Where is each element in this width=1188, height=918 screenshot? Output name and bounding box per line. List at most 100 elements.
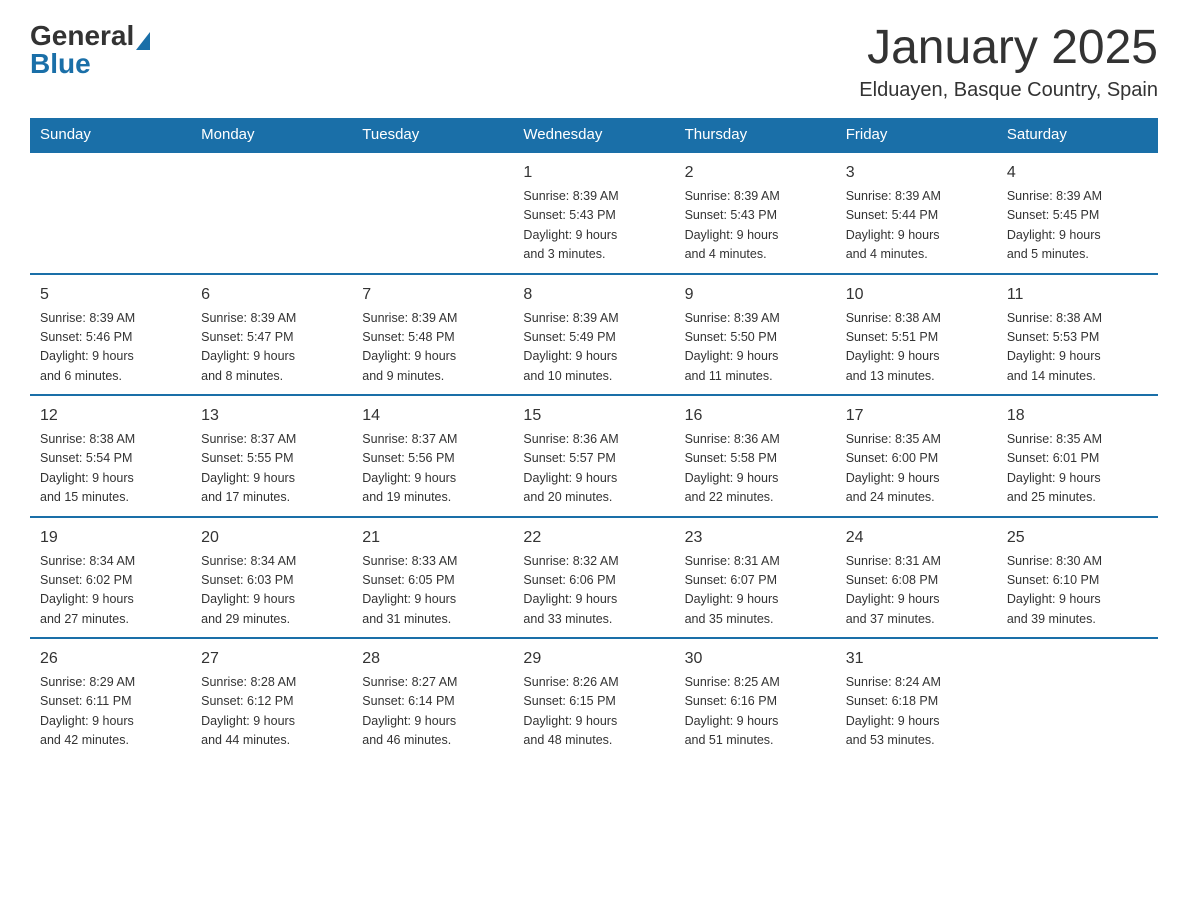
day-info: Sunrise: 8:37 AM Sunset: 5:56 PM Dayligh… <box>362 430 503 508</box>
day-number: 10 <box>846 283 987 307</box>
day-number: 4 <box>1007 161 1148 185</box>
day-number: 20 <box>201 526 342 550</box>
calendar-table: SundayMondayTuesdayWednesdayThursdayFrid… <box>30 118 1158 759</box>
day-number: 7 <box>362 283 503 307</box>
day-info: Sunrise: 8:30 AM Sunset: 6:10 PM Dayligh… <box>1007 552 1148 630</box>
calendar-cell: 23Sunrise: 8:31 AM Sunset: 6:07 PM Dayli… <box>675 517 836 639</box>
day-info: Sunrise: 8:39 AM Sunset: 5:46 PM Dayligh… <box>40 309 181 387</box>
day-number: 24 <box>846 526 987 550</box>
calendar-cell <box>30 152 191 274</box>
header-cell-thursday: Thursday <box>675 118 836 152</box>
day-number: 28 <box>362 647 503 671</box>
day-info: Sunrise: 8:31 AM Sunset: 6:08 PM Dayligh… <box>846 552 987 630</box>
day-number: 11 <box>1007 283 1148 307</box>
calendar-cell: 3Sunrise: 8:39 AM Sunset: 5:44 PM Daylig… <box>836 152 997 274</box>
calendar-cell: 15Sunrise: 8:36 AM Sunset: 5:57 PM Dayli… <box>513 395 674 517</box>
day-info: Sunrise: 8:38 AM Sunset: 5:51 PM Dayligh… <box>846 309 987 387</box>
calendar-cell: 13Sunrise: 8:37 AM Sunset: 5:55 PM Dayli… <box>191 395 352 517</box>
day-info: Sunrise: 8:31 AM Sunset: 6:07 PM Dayligh… <box>685 552 826 630</box>
calendar-cell: 22Sunrise: 8:32 AM Sunset: 6:06 PM Dayli… <box>513 517 674 639</box>
day-number: 18 <box>1007 404 1148 428</box>
calendar-cell: 21Sunrise: 8:33 AM Sunset: 6:05 PM Dayli… <box>352 517 513 639</box>
calendar-body: 1Sunrise: 8:39 AM Sunset: 5:43 PM Daylig… <box>30 152 1158 759</box>
header-cell-sunday: Sunday <box>30 118 191 152</box>
day-number: 29 <box>523 647 664 671</box>
week-row-3: 12Sunrise: 8:38 AM Sunset: 5:54 PM Dayli… <box>30 395 1158 517</box>
day-info: Sunrise: 8:36 AM Sunset: 5:58 PM Dayligh… <box>685 430 826 508</box>
day-number: 23 <box>685 526 826 550</box>
month-title: January 2025 <box>859 20 1158 75</box>
day-info: Sunrise: 8:39 AM Sunset: 5:47 PM Dayligh… <box>201 309 342 387</box>
logo-triangle-icon <box>136 32 150 50</box>
calendar-cell: 28Sunrise: 8:27 AM Sunset: 6:14 PM Dayli… <box>352 638 513 759</box>
day-number: 8 <box>523 283 664 307</box>
header-cell-saturday: Saturday <box>997 118 1158 152</box>
day-info: Sunrise: 8:34 AM Sunset: 6:03 PM Dayligh… <box>201 552 342 630</box>
calendar-cell: 27Sunrise: 8:28 AM Sunset: 6:12 PM Dayli… <box>191 638 352 759</box>
calendar-cell: 4Sunrise: 8:39 AM Sunset: 5:45 PM Daylig… <box>997 152 1158 274</box>
day-number: 31 <box>846 647 987 671</box>
calendar-cell: 17Sunrise: 8:35 AM Sunset: 6:00 PM Dayli… <box>836 395 997 517</box>
day-number: 2 <box>685 161 826 185</box>
day-number: 30 <box>685 647 826 671</box>
week-row-1: 1Sunrise: 8:39 AM Sunset: 5:43 PM Daylig… <box>30 152 1158 274</box>
calendar-cell: 9Sunrise: 8:39 AM Sunset: 5:50 PM Daylig… <box>675 274 836 396</box>
day-number: 16 <box>685 404 826 428</box>
day-info: Sunrise: 8:39 AM Sunset: 5:44 PM Dayligh… <box>846 187 987 265</box>
day-info: Sunrise: 8:39 AM Sunset: 5:43 PM Dayligh… <box>685 187 826 265</box>
day-info: Sunrise: 8:29 AM Sunset: 6:11 PM Dayligh… <box>40 673 181 751</box>
day-info: Sunrise: 8:38 AM Sunset: 5:53 PM Dayligh… <box>1007 309 1148 387</box>
calendar-cell <box>997 638 1158 759</box>
day-info: Sunrise: 8:36 AM Sunset: 5:57 PM Dayligh… <box>523 430 664 508</box>
calendar-cell: 26Sunrise: 8:29 AM Sunset: 6:11 PM Dayli… <box>30 638 191 759</box>
logo-blue-text: Blue <box>30 48 91 80</box>
calendar-cell: 29Sunrise: 8:26 AM Sunset: 6:15 PM Dayli… <box>513 638 674 759</box>
header-cell-friday: Friday <box>836 118 997 152</box>
day-number: 13 <box>201 404 342 428</box>
calendar-cell: 11Sunrise: 8:38 AM Sunset: 5:53 PM Dayli… <box>997 274 1158 396</box>
calendar-cell: 31Sunrise: 8:24 AM Sunset: 6:18 PM Dayli… <box>836 638 997 759</box>
calendar-cell: 19Sunrise: 8:34 AM Sunset: 6:02 PM Dayli… <box>30 517 191 639</box>
day-info: Sunrise: 8:35 AM Sunset: 6:01 PM Dayligh… <box>1007 430 1148 508</box>
calendar-cell: 18Sunrise: 8:35 AM Sunset: 6:01 PM Dayli… <box>997 395 1158 517</box>
day-info: Sunrise: 8:39 AM Sunset: 5:45 PM Dayligh… <box>1007 187 1148 265</box>
day-info: Sunrise: 8:35 AM Sunset: 6:00 PM Dayligh… <box>846 430 987 508</box>
day-info: Sunrise: 8:39 AM Sunset: 5:50 PM Dayligh… <box>685 309 826 387</box>
calendar-cell: 30Sunrise: 8:25 AM Sunset: 6:16 PM Dayli… <box>675 638 836 759</box>
calendar-cell: 16Sunrise: 8:36 AM Sunset: 5:58 PM Dayli… <box>675 395 836 517</box>
day-number: 3 <box>846 161 987 185</box>
calendar-cell: 2Sunrise: 8:39 AM Sunset: 5:43 PM Daylig… <box>675 152 836 274</box>
day-number: 12 <box>40 404 181 428</box>
calendar-cell: 6Sunrise: 8:39 AM Sunset: 5:47 PM Daylig… <box>191 274 352 396</box>
page-header: General Blue January 2025 Elduayen, Basq… <box>30 20 1158 102</box>
calendar-cell: 25Sunrise: 8:30 AM Sunset: 6:10 PM Dayli… <box>997 517 1158 639</box>
day-info: Sunrise: 8:39 AM Sunset: 5:43 PM Dayligh… <box>523 187 664 265</box>
day-info: Sunrise: 8:34 AM Sunset: 6:02 PM Dayligh… <box>40 552 181 630</box>
week-row-2: 5Sunrise: 8:39 AM Sunset: 5:46 PM Daylig… <box>30 274 1158 396</box>
calendar-cell: 12Sunrise: 8:38 AM Sunset: 5:54 PM Dayli… <box>30 395 191 517</box>
day-number: 21 <box>362 526 503 550</box>
day-number: 17 <box>846 404 987 428</box>
day-info: Sunrise: 8:27 AM Sunset: 6:14 PM Dayligh… <box>362 673 503 751</box>
day-info: Sunrise: 8:25 AM Sunset: 6:16 PM Dayligh… <box>685 673 826 751</box>
day-info: Sunrise: 8:38 AM Sunset: 5:54 PM Dayligh… <box>40 430 181 508</box>
day-info: Sunrise: 8:39 AM Sunset: 5:48 PM Dayligh… <box>362 309 503 387</box>
location-title: Elduayen, Basque Country, Spain <box>859 79 1158 102</box>
header-cell-tuesday: Tuesday <box>352 118 513 152</box>
logo: General Blue <box>30 20 150 80</box>
day-number: 27 <box>201 647 342 671</box>
day-info: Sunrise: 8:28 AM Sunset: 6:12 PM Dayligh… <box>201 673 342 751</box>
day-info: Sunrise: 8:32 AM Sunset: 6:06 PM Dayligh… <box>523 552 664 630</box>
day-number: 5 <box>40 283 181 307</box>
calendar-cell: 10Sunrise: 8:38 AM Sunset: 5:51 PM Dayli… <box>836 274 997 396</box>
day-number: 26 <box>40 647 181 671</box>
day-number: 22 <box>523 526 664 550</box>
day-info: Sunrise: 8:33 AM Sunset: 6:05 PM Dayligh… <box>362 552 503 630</box>
day-number: 14 <box>362 404 503 428</box>
calendar-cell <box>352 152 513 274</box>
day-number: 19 <box>40 526 181 550</box>
calendar-cell: 1Sunrise: 8:39 AM Sunset: 5:43 PM Daylig… <box>513 152 674 274</box>
day-info: Sunrise: 8:26 AM Sunset: 6:15 PM Dayligh… <box>523 673 664 751</box>
day-number: 6 <box>201 283 342 307</box>
calendar-cell: 24Sunrise: 8:31 AM Sunset: 6:08 PM Dayli… <box>836 517 997 639</box>
